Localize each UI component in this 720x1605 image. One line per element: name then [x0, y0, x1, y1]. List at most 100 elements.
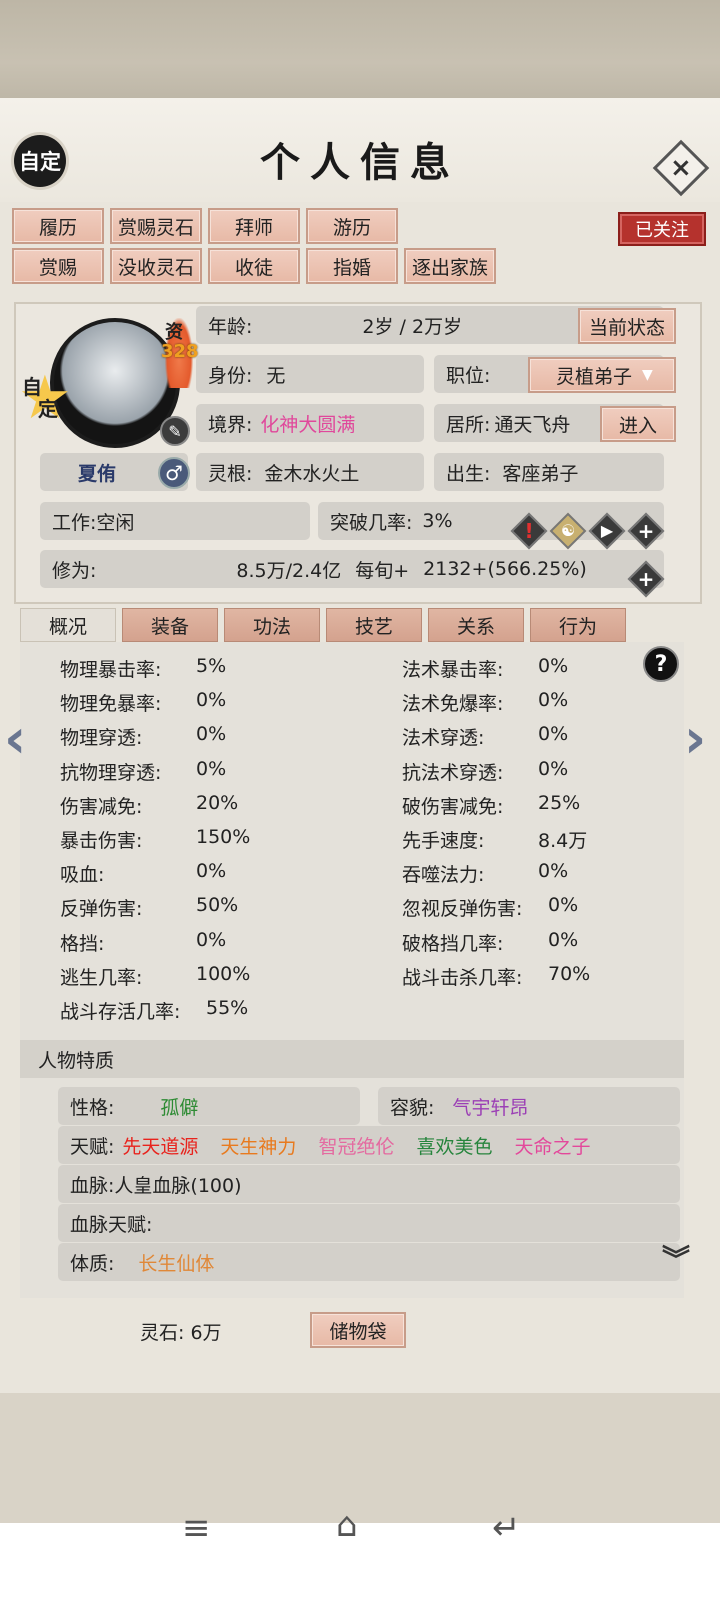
reward-stone-button[interactable]: 赏赐灵石 [110, 208, 202, 244]
age-label: 年龄: [208, 315, 253, 338]
stat-value: 0% [548, 894, 579, 917]
bloodline-talent-label: 血脉天赋: [70, 1213, 153, 1236]
stat-label: 吸血: [60, 864, 105, 887]
reward-button[interactable]: 赏赐 [12, 248, 104, 284]
birth-field: 出生: 客座弟子 [434, 453, 664, 491]
stat-value: 70% [548, 962, 591, 985]
current-status-button[interactable]: 当前状态 [578, 308, 676, 344]
figure-icon: ☯ [560, 521, 576, 540]
stat-label: 破格挡几率: [402, 932, 504, 955]
followed-badge[interactable]: 已关注 [618, 212, 706, 246]
close-icon: × [670, 152, 692, 183]
tab-relations[interactable]: 关系 [428, 608, 524, 642]
talent-field: 天赋: 先天道源 天生神力 智冠绝伦 喜欢美色 天命之子 [58, 1126, 680, 1164]
stat-value: 0% [538, 723, 569, 746]
plus-button[interactable]: + [627, 512, 665, 550]
stat-label: 逃生几率: [60, 966, 143, 989]
stat-label: 格挡: [60, 932, 105, 955]
talent-item[interactable]: 喜欢美色 [416, 1132, 492, 1159]
expel-button[interactable]: 逐出家族 [404, 248, 496, 284]
play-icon: ▶ [600, 521, 614, 540]
menu-icon[interactable]: ≡ [182, 1508, 211, 1548]
question-icon: ? [654, 651, 668, 677]
stat-value: 20% [196, 791, 239, 814]
physique-field: 体质: 长生仙体 [58, 1243, 680, 1281]
male-icon: ♂ [158, 457, 190, 489]
tab-equipment[interactable]: 装备 [122, 608, 218, 642]
breakthrough-value: 3% [422, 510, 453, 532]
play-button[interactable]: ▶ [588, 512, 626, 550]
back-icon[interactable]: ↵ [492, 1508, 521, 1548]
stat-label: 忽视反弹伤害: [402, 898, 523, 921]
stat-value: 0% [538, 689, 569, 712]
talent-item[interactable]: 智冠绝伦 [318, 1132, 394, 1159]
stat-label: 战斗存活几率: [60, 1001, 181, 1023]
root-value: 金木水火土 [264, 462, 360, 485]
bloodline-value: 人皇血脉(100) [114, 1174, 242, 1197]
page-title: 个人信息 [260, 139, 460, 186]
cultivation-value: 8.5万/2.4亿 [236, 559, 342, 582]
bloodline-field: 血脉: 人皇血脉(100) [58, 1165, 680, 1203]
star-badge-text: 自 定 [22, 375, 58, 421]
root-label: 灵根: [208, 462, 253, 485]
stat-value: 0% [196, 689, 227, 712]
stat-value: 0% [196, 723, 227, 746]
aptitude-value: 328 [161, 341, 199, 362]
travel-button[interactable]: 游历 [306, 208, 398, 244]
stat-value: 50% [196, 894, 239, 917]
warning-button[interactable]: ! [510, 512, 548, 550]
bloodline-talent-field: 血脉天赋: [58, 1204, 680, 1242]
take-disciple-button[interactable]: 收徒 [208, 248, 300, 284]
stat-label: 暴击伤害: [60, 830, 143, 852]
stat-label: 法术暴击率: [402, 659, 504, 681]
breakthrough-label: 突破几率: [330, 511, 413, 534]
stat-label: 吞噬法力: [402, 864, 485, 887]
cultivation-plus-button[interactable]: + [627, 560, 665, 598]
next-arrow-icon[interactable]: › [684, 712, 706, 766]
tab-behavior[interactable]: 行为 [530, 608, 626, 642]
work-field: 工作: 空闲 [40, 502, 310, 540]
realm-value: 化神大圆满 [260, 413, 356, 436]
looks-field: 容貌: 气宇轩昂 [378, 1087, 680, 1125]
stat-label: 战斗击杀几率: [402, 966, 523, 989]
talent-label: 天赋: [70, 1135, 115, 1158]
system-nav-bar [0, 1523, 720, 1605]
resume-button[interactable]: 履历 [12, 208, 104, 244]
tab-overview[interactable]: 概况 [20, 608, 116, 642]
close-button[interactable]: × [652, 139, 710, 197]
breakthrough-figure-button[interactable]: ☯ [549, 512, 587, 550]
apprentice-button[interactable]: 拜师 [208, 208, 300, 244]
enter-button[interactable]: 进入 [600, 406, 676, 442]
storage-bag-button[interactable]: 储物袋 [310, 1312, 406, 1348]
confiscate-stone-button[interactable]: 没收灵石 [110, 248, 202, 284]
stat-label: 破伤害减免: [402, 795, 504, 818]
birth-label: 出生: [446, 462, 491, 485]
talent-item[interactable]: 天生神力 [220, 1132, 296, 1159]
work-label: 工作: [52, 511, 97, 534]
talent-item[interactable]: 天命之子 [514, 1132, 590, 1159]
physique-value[interactable]: 长生仙体 [138, 1249, 214, 1276]
position-select[interactable]: 灵植弟子 ▼ [528, 357, 676, 393]
stat-value: 55% [206, 997, 249, 1019]
looks-value: 气宇轩昂 [452, 1096, 529, 1119]
stat-value: 8.4万 [538, 830, 588, 852]
stat-value: 0% [548, 928, 579, 951]
edit-icon[interactable]: ✎ [160, 416, 190, 446]
prev-arrow-icon[interactable]: ‹ [4, 712, 26, 766]
scroll-down-icon[interactable]: ︾ [662, 1246, 690, 1274]
tab-crafts[interactable]: 技艺 [326, 608, 422, 642]
tab-skills[interactable]: 功法 [224, 608, 320, 642]
spirit-stone-count: 灵石: 6万 [140, 1322, 222, 1344]
per-turn-value: 2132+(566.25%) [423, 558, 587, 580]
stat-value: 0% [196, 928, 227, 951]
cultivation-field: 修为: 8.5万/2.4亿 每旬+ 2132+(566.25%) [40, 550, 664, 588]
arrange-marriage-button[interactable]: 指婚 [306, 248, 398, 284]
traits-section-header: 人物特质 [20, 1040, 684, 1078]
realm-label: 境界: [208, 413, 253, 436]
help-button[interactable]: ? [643, 646, 679, 682]
home-icon[interactable]: ⌂ [336, 1505, 358, 1545]
top-background [0, 0, 720, 105]
stat-label: 物理穿透: [60, 727, 143, 750]
talent-item[interactable]: 先天道源 [122, 1132, 198, 1159]
stat-value: 0% [538, 860, 569, 883]
